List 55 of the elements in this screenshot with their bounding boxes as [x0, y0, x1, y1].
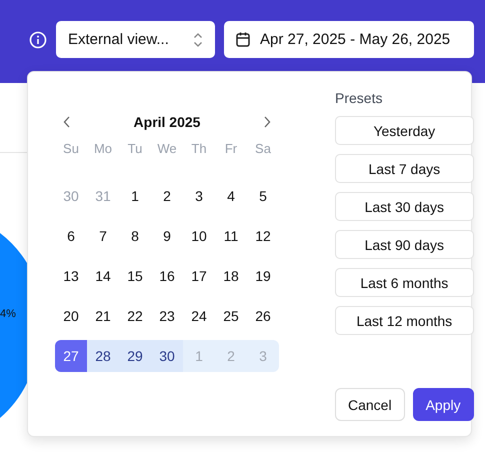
day-cell[interactable]: 3: [183, 180, 215, 212]
day-cell[interactable]: 27: [55, 340, 87, 372]
cancel-button[interactable]: Cancel: [335, 388, 405, 421]
preset-button[interactable]: Last 12 months: [335, 306, 474, 335]
preset-button[interactable]: Yesterday: [335, 116, 474, 145]
day-cell[interactable]: 20: [55, 300, 87, 332]
day-cell[interactable]: 29: [119, 340, 151, 372]
weekday-label: Mo: [92, 140, 114, 156]
day-cell[interactable]: 16: [151, 260, 183, 292]
day-cell[interactable]: 1: [119, 180, 151, 212]
day-cell[interactable]: 13: [55, 260, 87, 292]
weekday-label: Th: [190, 140, 208, 156]
chart-label: 4%: [0, 308, 16, 320]
preset-button[interactable]: Last 7 days: [335, 154, 474, 183]
preset-button[interactable]: Last 90 days: [335, 230, 474, 259]
day-cell[interactable]: 9: [151, 220, 183, 252]
day-cell[interactable]: 28: [87, 340, 119, 372]
weekday-label: We: [156, 140, 178, 156]
day-cell[interactable]: 8: [119, 220, 151, 252]
day-cell[interactable]: 19: [247, 260, 279, 292]
apply-button[interactable]: Apply: [412, 388, 474, 421]
weekday-label: Su: [62, 140, 80, 156]
day-cell[interactable]: 14: [87, 260, 119, 292]
info-icon[interactable]: [29, 31, 47, 49]
day-cell[interactable]: 2: [151, 180, 183, 212]
calendar-icon: [236, 32, 250, 47]
weekday-label: Sa: [254, 140, 272, 156]
chevron-left-icon[interactable]: [63, 116, 71, 128]
day-cell[interactable]: 4: [215, 180, 247, 212]
day-cell[interactable]: 23: [151, 300, 183, 332]
preset-button[interactable]: Last 30 days: [335, 192, 474, 221]
day-cell[interactable]: 7: [87, 220, 119, 252]
preset-button[interactable]: Last 6 months: [335, 268, 474, 297]
day-cell[interactable]: 11: [215, 220, 247, 252]
chevron-right-icon[interactable]: [263, 116, 271, 128]
day-cell[interactable]: 6: [55, 220, 87, 252]
day-cell[interactable]: 25: [215, 300, 247, 332]
day-cell[interactable]: 5: [247, 180, 279, 212]
day-cell[interactable]: 26: [247, 300, 279, 332]
weekday-label: Fr: [224, 140, 238, 156]
day-cell[interactable]: 10: [183, 220, 215, 252]
day-cell[interactable]: 24: [183, 300, 215, 332]
presets-title: Presets: [335, 90, 384, 108]
day-cell[interactable]: 30: [151, 340, 183, 372]
weekday-label: Tu: [126, 140, 144, 156]
day-cell[interactable]: 22: [119, 300, 151, 332]
month-title: April 2025: [134, 114, 200, 130]
date-range-button[interactable]: Apr 27, 2025 - May 26, 2025: [224, 21, 474, 58]
day-cell[interactable]: 18: [215, 260, 247, 292]
day-cell[interactable]: 21: [87, 300, 119, 332]
day-cell[interactable]: 15: [119, 260, 151, 292]
chevron-updown-icon: [193, 32, 203, 48]
view-select[interactable]: External view...: [56, 21, 215, 58]
day-cell[interactable]: 17: [183, 260, 215, 292]
day-cell[interactable]: 12: [247, 220, 279, 252]
